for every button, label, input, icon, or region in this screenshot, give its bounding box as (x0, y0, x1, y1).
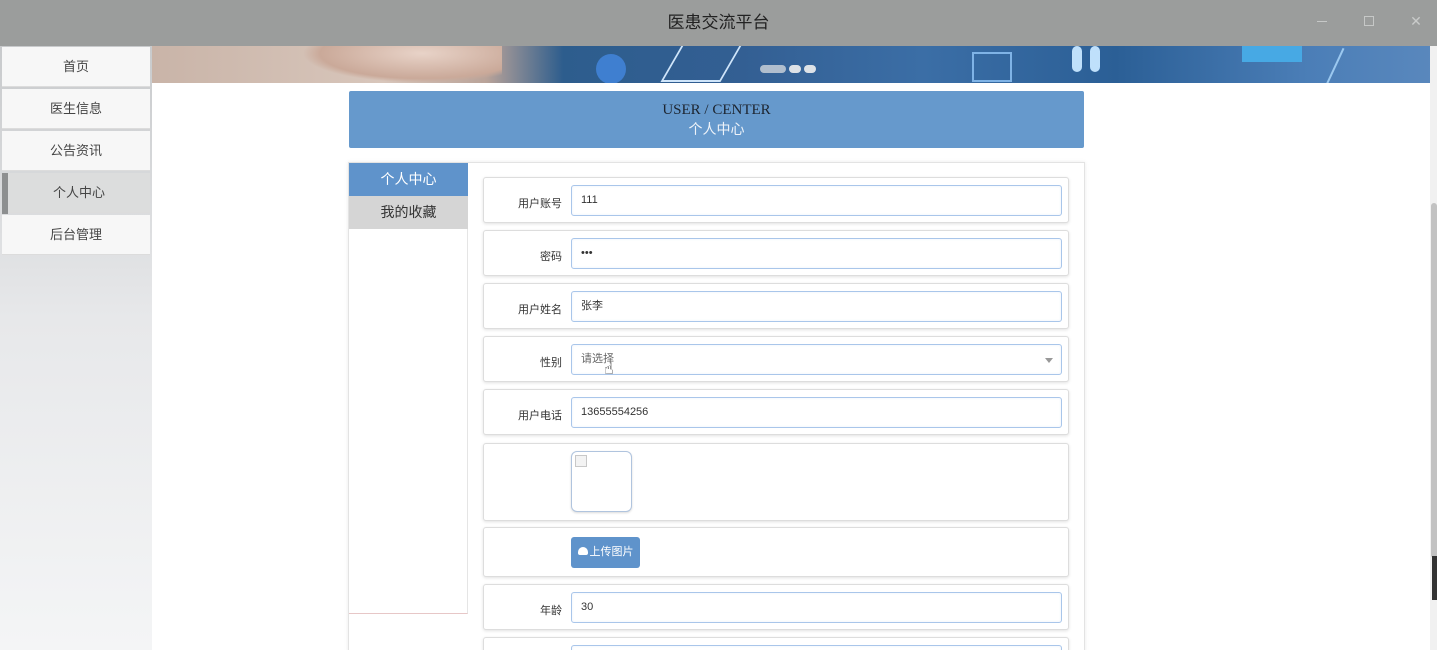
form-row-next (483, 637, 1069, 650)
cloud-upload-icon (577, 547, 588, 555)
sidebar-item-doctors[interactable]: 医生信息 (2, 89, 150, 129)
close-icon: ✕ (1410, 13, 1422, 29)
hand-cursor-icon: ☝ (604, 361, 614, 378)
form-row-phone: 用户电话 13655554256 (483, 389, 1069, 435)
window-titlebar: 医患交流平台 ✕ (0, 0, 1437, 46)
password-input[interactable]: ••• (571, 238, 1062, 269)
scrollbar-thumb[interactable] (1431, 203, 1437, 558)
user-center-subnav: 个人中心 我的收藏 (349, 163, 468, 614)
sidebar-item-user-center[interactable]: 个人中心 (8, 173, 150, 213)
gender-select[interactable]: 请选择 (571, 344, 1062, 375)
name-label: 用户姓名 (518, 304, 562, 316)
close-button[interactable]: ✕ (1405, 10, 1427, 32)
upload-image-button[interactable]: 上传图片 (571, 537, 640, 568)
banner-hand-image (302, 46, 502, 83)
form-row-age: 年龄 30 (483, 584, 1069, 630)
maximize-button[interactable] (1358, 10, 1380, 32)
carousel-dot[interactable] (804, 65, 816, 73)
banner-circle-shape (596, 54, 626, 83)
name-input[interactable]: 张李 (571, 291, 1062, 322)
user-center-header: USER / CENTER 个人中心 (349, 91, 1084, 148)
account-label: 用户账号 (518, 198, 562, 210)
subnav-item-favorites[interactable]: 我的收藏 (349, 196, 468, 229)
maximize-icon (1364, 16, 1374, 26)
banner-pill-shape (1072, 46, 1082, 72)
next-input[interactable] (571, 645, 1062, 650)
banner-box-shape (972, 52, 1012, 82)
chevron-down-icon (1045, 358, 1053, 363)
banner-diagonal-line (1321, 47, 1345, 83)
avatar-image-preview (571, 451, 632, 512)
carousel-dot[interactable] (789, 65, 801, 73)
banner-line-shape (660, 46, 744, 82)
minimize-button[interactable] (1311, 10, 1333, 32)
left-sidebar: 首页 医生信息 公告资讯 个人中心 后台管理 (0, 46, 152, 650)
scrollbar-overlay (1432, 556, 1437, 600)
carousel-dot[interactable] (760, 65, 786, 73)
header-en-title: USER / CENTER (662, 102, 771, 118)
account-input[interactable]: 111 (571, 185, 1062, 216)
minimize-icon (1317, 21, 1327, 22)
sidebar-item-news[interactable]: 公告资讯 (2, 131, 150, 171)
sidebar-item-admin[interactable]: 后台管理 (2, 215, 150, 255)
password-label: 密码 (540, 251, 562, 263)
banner-medical-cross-shape (1242, 46, 1302, 62)
form-row-gender: 性别 请选择 (483, 336, 1069, 382)
form-row-account: 用户账号 111 (483, 177, 1069, 223)
sidebar-item-label: 公告资讯 (49, 143, 102, 158)
sidebar-item-label: 个人中心 (52, 185, 105, 200)
sidebar-item-label: 首页 (62, 59, 89, 74)
window-title: 医患交流平台 (667, 13, 770, 32)
sidebar-item-home[interactable]: 首页 (2, 47, 150, 87)
form-row-upload: 上传图片 (483, 527, 1069, 577)
form-row-avatar (483, 443, 1069, 521)
header-zh-title: 个人中心 (688, 121, 745, 137)
sidebar-item-label: 后台管理 (49, 227, 102, 242)
upload-button-label: 上传图片 (589, 546, 634, 558)
form-row-password: 密码 ••• (483, 230, 1069, 276)
subnav-item-user-center[interactable]: 个人中心 (349, 163, 468, 196)
broken-image-icon (575, 455, 587, 467)
banner-carousel (152, 46, 1437, 83)
phone-label: 用户电话 (518, 410, 562, 422)
sidebar-item-label: 医生信息 (49, 101, 102, 116)
carousel-indicators (760, 60, 819, 73)
gender-label: 性别 (540, 357, 562, 369)
form-row-name: 用户姓名 张李 (483, 283, 1069, 329)
age-input[interactable]: 30 (571, 592, 1062, 623)
age-label: 年龄 (540, 605, 562, 617)
phone-input[interactable]: 13655554256 (571, 397, 1062, 428)
banner-pill-shape (1090, 46, 1100, 72)
sidebar-active-indicator (2, 173, 8, 214)
